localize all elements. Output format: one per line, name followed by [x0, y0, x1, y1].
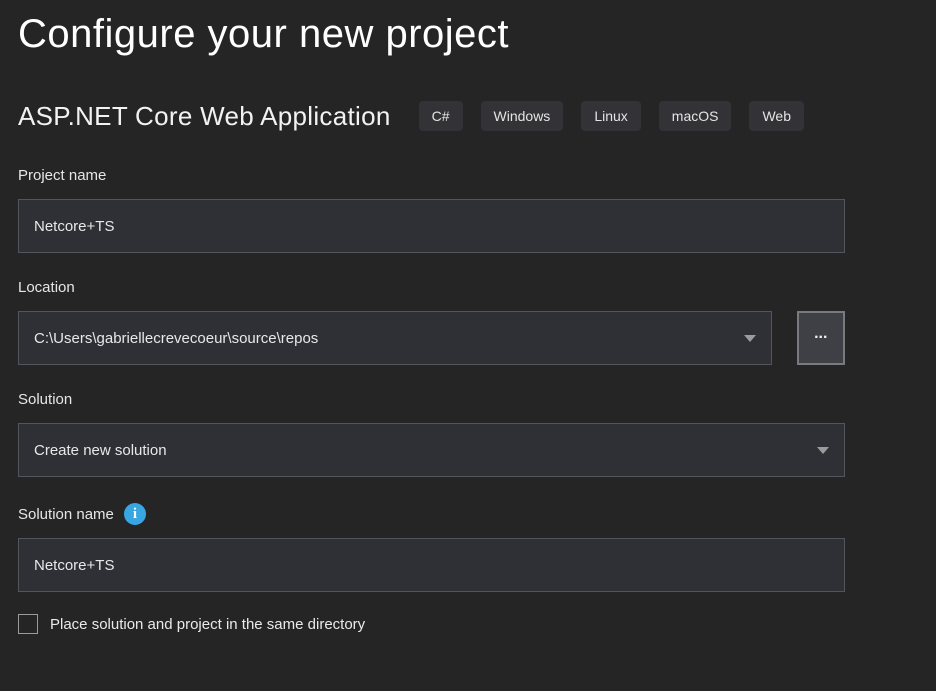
- tag-web: Web: [749, 101, 804, 131]
- browse-button[interactable]: ...: [797, 311, 845, 365]
- solution-value: Create new solution: [34, 442, 167, 459]
- location-row: C:\Users\gabriellecrevecoeur\source\repo…: [18, 298, 845, 365]
- info-icon[interactable]: i: [124, 503, 146, 525]
- template-row: ASP.NET Core Web Application C# Windows …: [18, 99, 918, 133]
- project-name-input[interactable]: [18, 199, 845, 253]
- same-directory-label: Place solution and project in the same d…: [50, 616, 365, 633]
- tag-macos: macOS: [659, 101, 732, 131]
- tag-windows: Windows: [481, 101, 564, 131]
- chevron-down-icon[interactable]: [817, 447, 829, 454]
- location-value: C:\Users\gabriellecrevecoeur\source\repo…: [34, 330, 318, 347]
- location-combobox[interactable]: C:\Users\gabriellecrevecoeur\source\repo…: [18, 311, 772, 365]
- project-name-label: Project name: [18, 164, 845, 186]
- tag-csharp: C#: [419, 101, 463, 131]
- solution-label: Solution: [18, 388, 845, 410]
- page-title: Configure your new project: [18, 12, 918, 57]
- chevron-down-icon[interactable]: [744, 335, 756, 342]
- solution-name-input[interactable]: [18, 538, 845, 592]
- location-label: Location: [18, 276, 845, 298]
- same-directory-checkbox[interactable]: [18, 614, 38, 634]
- tag-linux: Linux: [581, 101, 640, 131]
- same-directory-row: Place solution and project in the same d…: [18, 614, 845, 634]
- solution-combobox[interactable]: Create new solution: [18, 423, 845, 477]
- configure-project-dialog: Configure your new project ASP.NET Core …: [0, 0, 936, 634]
- solution-name-label-row: Solution name i: [18, 503, 845, 525]
- template-name: ASP.NET Core Web Application: [18, 101, 391, 132]
- solution-name-label: Solution name: [18, 506, 114, 523]
- form-fields: Project name Location C:\Users\gabrielle…: [18, 164, 845, 634]
